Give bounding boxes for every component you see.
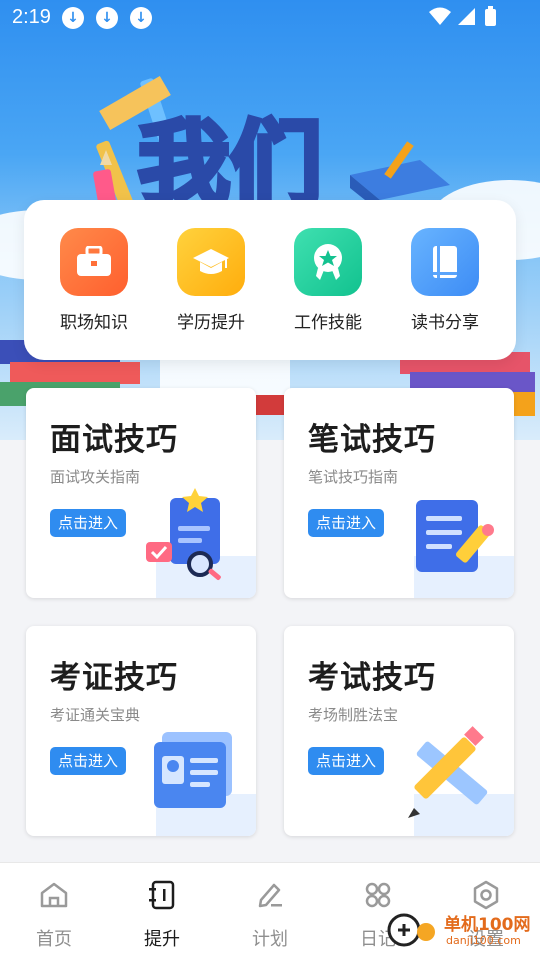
tile-title: 考试技巧 (308, 660, 436, 696)
tile-title: 考证技巧 (50, 660, 178, 696)
enter-button[interactable]: 点击进入 (50, 747, 127, 775)
battery-icon (485, 6, 496, 26)
download-icon: ↓ (62, 7, 84, 29)
tab-home[interactable]: 首页 (0, 863, 108, 961)
pencil-ruler-icon (408, 726, 488, 818)
resume-search-icon (146, 488, 221, 580)
tab-improve[interactable]: 提升 (108, 863, 216, 961)
tile-title: 笔试技巧 (308, 422, 436, 458)
category-label: 职场知识 (60, 313, 128, 333)
edit-icon (254, 879, 286, 911)
id-card-icon (154, 732, 232, 808)
signal-icon (458, 8, 475, 25)
tab-plan[interactable]: 计划 (216, 863, 324, 961)
tile-subtitle: 面试攻关指南 (50, 468, 141, 486)
watermark-url: danji100.com (446, 934, 521, 947)
status-time: 2:19 (12, 6, 51, 28)
tile-subtitle: 笔试技巧指南 (308, 468, 399, 486)
tab-label: 计划 (252, 929, 288, 950)
status-bar: 2:19 ↓ ↓ ↓ (0, 0, 540, 36)
graduation-cap-icon (177, 228, 245, 296)
tile-certificate[interactable]: 考证技巧 考证通关宝典 点击进入 (26, 626, 256, 836)
briefcase-icon (60, 228, 128, 296)
category-item-skills[interactable]: 工作技能 (270, 228, 386, 333)
download-icon: ↓ (96, 7, 118, 29)
tile-interview[interactable]: 面试技巧 面试攻关指南 点击进入 (26, 388, 256, 598)
category-card: 职场知识 学历提升 工作技能 读书分享 (24, 200, 516, 360)
notebook-pen-icon (416, 500, 494, 572)
tab-label: 首页 (36, 929, 72, 950)
category-item-reading[interactable]: 读书分享 (387, 228, 503, 333)
download-icon: ↓ (130, 7, 152, 29)
enter-button[interactable]: 点击进入 (50, 509, 127, 537)
home-icon (38, 879, 70, 911)
watermark-title: 单机100网 (444, 915, 531, 935)
category-label: 读书分享 (411, 313, 479, 333)
tile-subtitle: 考证通关宝典 (50, 706, 141, 724)
category-label: 工作技能 (294, 313, 362, 333)
tile-title: 面试技巧 (50, 422, 178, 458)
enter-button[interactable]: 点击进入 (308, 509, 385, 537)
award-badge-icon (294, 228, 362, 296)
watermark-logo-icon (387, 913, 435, 947)
book-icon (411, 228, 479, 296)
tile-written-exam[interactable]: 笔试技巧 笔试技巧指南 点击进入 (284, 388, 514, 598)
notebook-icon (146, 879, 178, 911)
tile-subtitle: 考场制胜法宝 (308, 706, 399, 724)
tile-exam[interactable]: 考试技巧 考场制胜法宝 点击进入 (284, 626, 514, 836)
enter-button[interactable]: 点击进入 (308, 747, 385, 775)
category-label: 学历提升 (177, 313, 245, 333)
site-watermark: 单机100网 danji100.com (386, 904, 536, 956)
category-item-education[interactable]: 学历提升 (153, 228, 269, 333)
wifi-icon (429, 7, 451, 25)
tab-label: 提升 (144, 929, 180, 950)
category-item-career[interactable]: 职场知识 (36, 228, 152, 333)
